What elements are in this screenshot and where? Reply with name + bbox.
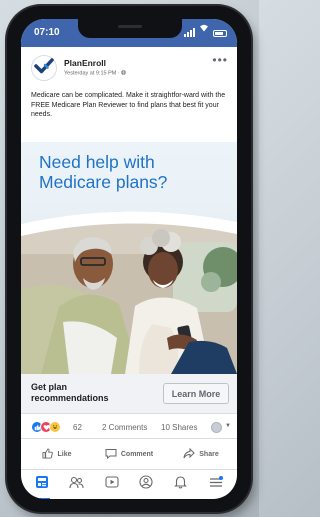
phone-frame: 07:10 PlanEnroll Yesterday at 9:15 PM · … <box>7 6 251 512</box>
share-label: Share <box>199 450 219 458</box>
signal-icon <box>184 28 195 37</box>
post-meta: Yesterday at 9:15 PM · <box>64 70 127 77</box>
phone-screen: 07:10 PlanEnroll Yesterday at 9:15 PM · … <box>21 19 237 499</box>
learn-more-button[interactable]: Learn More <box>163 383 229 404</box>
page-name[interactable]: PlanEnroll <box>64 58 106 68</box>
menu-icon <box>209 475 223 494</box>
nav-notifications[interactable] <box>171 475 191 495</box>
ad-headline: Need help with Medicare plans? <box>39 152 168 192</box>
more-options-button[interactable]: ••• <box>212 53 228 67</box>
share-button[interactable]: Share <box>165 440 237 468</box>
camera-notch <box>78 19 182 38</box>
page-avatar[interactable] <box>31 55 57 81</box>
ad-image[interactable]: Need help with Medicare plans? <box>21 142 237 374</box>
like-button[interactable]: Like <box>21 440 93 468</box>
bottom-nav-bar <box>21 469 237 499</box>
like-label: Like <box>57 450 72 458</box>
comment-icon <box>105 448 117 461</box>
reaction-bar: 62 2 Comments 10 Shares ▼ <box>21 415 237 439</box>
status-bar: 07:10 <box>21 19 237 47</box>
comment-count[interactable]: 2 Comments <box>102 423 147 432</box>
nav-groups[interactable] <box>67 475 87 495</box>
nav-profile[interactable] <box>136 475 156 495</box>
thumbs-up-icon <box>42 447 54 461</box>
chevron-down-icon[interactable]: ▼ <box>225 423 231 429</box>
post-timestamp: Yesterday at 9:15 PM · <box>64 70 122 77</box>
nav-watch[interactable] <box>102 475 122 495</box>
post-text: Medicare can be complicated. Make it str… <box>31 92 226 119</box>
news-feed-icon <box>35 475 49 494</box>
notifications-icon <box>174 475 188 494</box>
action-bar: Like Comment Share <box>21 440 237 468</box>
post-header: PlanEnroll Yesterday at 9:15 PM · ••• <box>21 47 237 87</box>
share-count[interactable]: 10 Shares <box>161 423 197 432</box>
reaction-icons[interactable] <box>31 421 61 433</box>
comment-label: Comment <box>120 450 154 458</box>
comment-button[interactable]: Comment <box>93 440 165 468</box>
nav-menu[interactable] <box>206 475 226 495</box>
watch-icon <box>105 475 119 494</box>
globe-icon <box>121 70 127 77</box>
cta-bar: Get plan recommendations Learn More <box>21 374 237 414</box>
checkmark-logo-icon <box>34 57 54 79</box>
battery-icon <box>213 30 227 37</box>
groups-icon <box>69 476 85 494</box>
share-icon <box>183 447 195 461</box>
wifi-icon <box>199 19 209 37</box>
status-time: 07:10 <box>34 27 60 38</box>
cta-text: Get plan recommendations <box>31 382 109 403</box>
nav-news-feed[interactable] <box>32 475 52 499</box>
viewer-avatar[interactable] <box>211 422 222 433</box>
reaction-count[interactable]: 62 <box>73 423 82 432</box>
status-icons <box>184 24 227 37</box>
profile-icon <box>139 475 153 494</box>
haha-reaction-icon <box>49 421 61 433</box>
